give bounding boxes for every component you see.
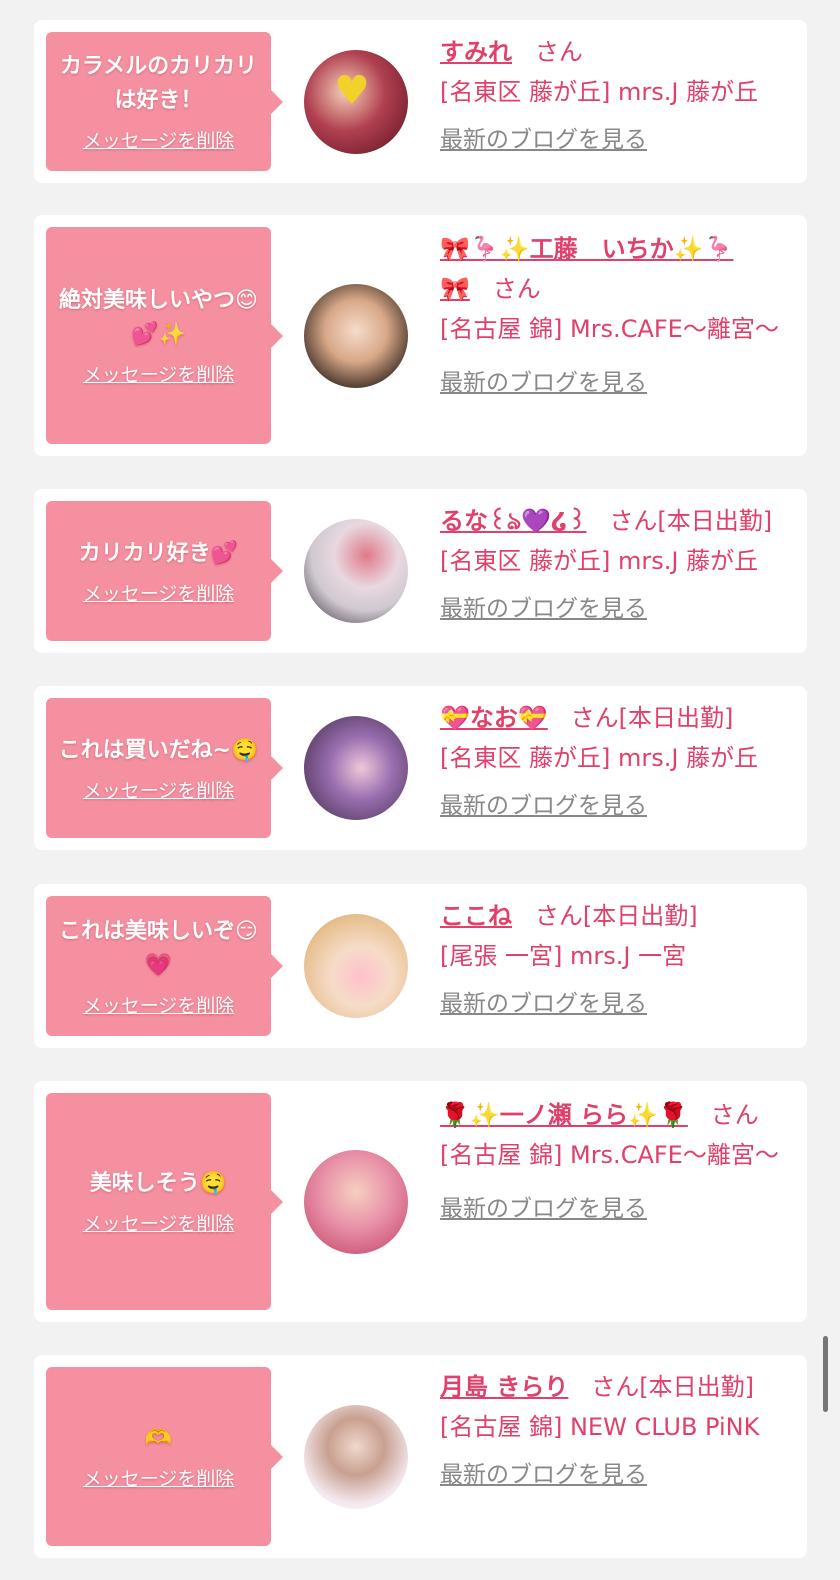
message-bubble: カラメルのカリカリは好き！ メッセージを削除 — [46, 32, 283, 171]
message-bubble: これは美味しいぞ😏💗 メッセージを削除 — [46, 896, 283, 1036]
shop-name: [名東区 藤が丘] mrs.J 藤が丘 — [440, 547, 759, 575]
name-suffix: さん — [534, 902, 583, 930]
message-text: 🫶 — [144, 1426, 173, 1451]
cast-info: 月島 きらり さん[本日出勤] [名古屋 錦] NEW CLUB PiNK 最新… — [440, 1367, 795, 1495]
avatar[interactable] — [304, 716, 408, 820]
cast-info: 💝なお💝 さん[本日出勤] [名東区 藤が丘] mrs.J 藤が丘 最新のブログ… — [440, 698, 795, 826]
shop-name: [名古屋 錦] Mrs.CAFE～離宮～ — [440, 315, 779, 343]
name-suffix: さん — [570, 704, 619, 732]
heart-icon: ♥ — [334, 67, 370, 114]
status-badge: [本日出勤] — [657, 507, 773, 535]
delete-message-link[interactable]: メッセージを削除 — [83, 1209, 235, 1236]
message-text: 絶対美味しいやつ😊💕✨ — [59, 288, 258, 347]
latest-blog-link[interactable]: 最新のブログを見る — [440, 1189, 647, 1229]
latest-blog-link[interactable]: 最新のブログを見る — [440, 363, 647, 403]
name-suffix: さん — [710, 1101, 759, 1129]
avatar[interactable]: ♥ — [304, 49, 408, 154]
status-badge: [本日出勤] — [582, 902, 698, 930]
message-card: 🫶 メッセージを削除 月島 きらり さん[本日出勤] [名古屋 錦] NEW C… — [34, 1355, 807, 1558]
cast-name-link[interactable]: 🎀🦩✨工藤 いちか✨🦩🎀 — [440, 235, 733, 303]
cast-info: 🎀🦩✨工藤 いちか✨🦩🎀 さん [名古屋 錦] Mrs.CAFE～離宮～ 最新の… — [440, 229, 795, 403]
message-text: カリカリ好き💕 — [78, 540, 239, 566]
avatar[interactable] — [304, 1149, 408, 1254]
message-bubble: 🫶 メッセージを削除 — [46, 1367, 283, 1546]
latest-blog-link[interactable]: 最新のブログを見る — [440, 1455, 647, 1495]
message-text: これは買いだね~🤤 — [58, 737, 259, 763]
avatar[interactable] — [304, 519, 408, 623]
delete-message-link[interactable]: メッセージを削除 — [83, 579, 235, 606]
delete-message-link[interactable]: メッセージを削除 — [83, 360, 235, 387]
avatar[interactable] — [304, 283, 408, 388]
cast-info: 🌹✨一ノ瀬 らら✨🌹 さん [名古屋 錦] Mrs.CAFE～離宮～ 最新のブロ… — [440, 1095, 795, 1229]
latest-blog-link[interactable]: 最新のブログを見る — [440, 120, 647, 160]
cast-name-link[interactable]: すみれ — [440, 38, 512, 66]
delete-message-link[interactable]: メッセージを削除 — [83, 126, 235, 153]
cast-name-link[interactable]: 💝なお💝 — [440, 704, 548, 732]
avatar[interactable] — [304, 914, 408, 1018]
message-card: カラメルのカリカリは好き！ メッセージを削除 ♥ すみれ さん [名東区 藤が丘… — [34, 20, 807, 183]
cast-name-link[interactable]: 🌹✨一ノ瀬 らら✨🌹 — [440, 1101, 688, 1129]
latest-blog-link[interactable]: 最新のブログを見る — [440, 786, 647, 826]
message-card: カリカリ好き💕 メッセージを削除 るな꒰ঌ💜໒꒱ さん[本日出勤] [名東区 藤… — [34, 489, 807, 653]
cast-name-link[interactable]: 月島 きらり — [440, 1373, 568, 1401]
message-bubble: 美味しそう🤤 メッセージを削除 — [46, 1093, 283, 1310]
message-card: 美味しそう🤤 メッセージを削除 🌹✨一ノ瀬 らら✨🌹 さん [名古屋 錦] Mr… — [34, 1081, 807, 1322]
latest-blog-link[interactable]: 最新のブログを見る — [440, 984, 647, 1024]
shop-name: [名古屋 錦] NEW CLUB PiNK — [440, 1413, 760, 1441]
cast-info: ここね さん[本日出勤] [尾張 一宮] mrs.J 一宮 最新のブログを見る — [440, 896, 795, 1024]
name-suffix: さん — [609, 507, 658, 535]
shop-name: [名東区 藤が丘] mrs.J 藤が丘 — [440, 78, 759, 106]
name-suffix: さん — [591, 1373, 640, 1401]
message-bubble: カリカリ好き💕 メッセージを削除 — [46, 501, 283, 641]
message-card: 絶対美味しいやつ😊💕✨ メッセージを削除 🎀🦩✨工藤 いちか✨🦩🎀 さん [名古… — [34, 215, 807, 456]
cast-name-link[interactable]: るな꒰ঌ💜໒꒱ — [440, 507, 586, 535]
message-card: これは買いだね~🤤 メッセージを削除 💝なお💝 さん[本日出勤] [名東区 藤が… — [34, 686, 807, 850]
cast-info: るな꒰ঌ💜໒꒱ さん[本日出勤] [名東区 藤が丘] mrs.J 藤が丘 最新の… — [440, 501, 795, 629]
delete-message-link[interactable]: メッセージを削除 — [83, 1464, 235, 1491]
shop-name: [名東区 藤が丘] mrs.J 藤が丘 — [440, 744, 759, 772]
shop-name: [尾張 一宮] mrs.J 一宮 — [440, 942, 687, 970]
status-badge: [本日出勤] — [639, 1373, 754, 1401]
status-badge: [本日出勤] — [618, 704, 734, 732]
message-text: 美味しそう🤤 — [89, 1171, 228, 1196]
name-suffix: さん — [534, 38, 583, 66]
cast-name-link[interactable]: ここね — [440, 902, 512, 930]
message-bubble: 絶対美味しいやつ😊💕✨ メッセージを削除 — [46, 227, 283, 444]
avatar[interactable] — [304, 1404, 408, 1509]
shop-name: [名古屋 錦] Mrs.CAFE～離宮～ — [440, 1141, 779, 1169]
delete-message-link[interactable]: メッセージを削除 — [83, 776, 235, 803]
name-suffix: さん — [492, 275, 541, 303]
latest-blog-link[interactable]: 最新のブログを見る — [440, 589, 647, 629]
scrollbar[interactable] — [823, 1336, 828, 1412]
message-card: これは美味しいぞ😏💗 メッセージを削除 ここね さん[本日出勤] [尾張 一宮]… — [34, 884, 807, 1048]
message-text: これは美味しいぞ😏💗 — [59, 918, 258, 978]
message-text: カラメルのカリカリは好き！ — [59, 54, 258, 113]
delete-message-link[interactable]: メッセージを削除 — [83, 991, 235, 1018]
cast-info: すみれ さん [名東区 藤が丘] mrs.J 藤が丘 最新のブログを見る — [440, 32, 795, 160]
message-bubble: これは買いだね~🤤 メッセージを削除 — [46, 698, 283, 838]
